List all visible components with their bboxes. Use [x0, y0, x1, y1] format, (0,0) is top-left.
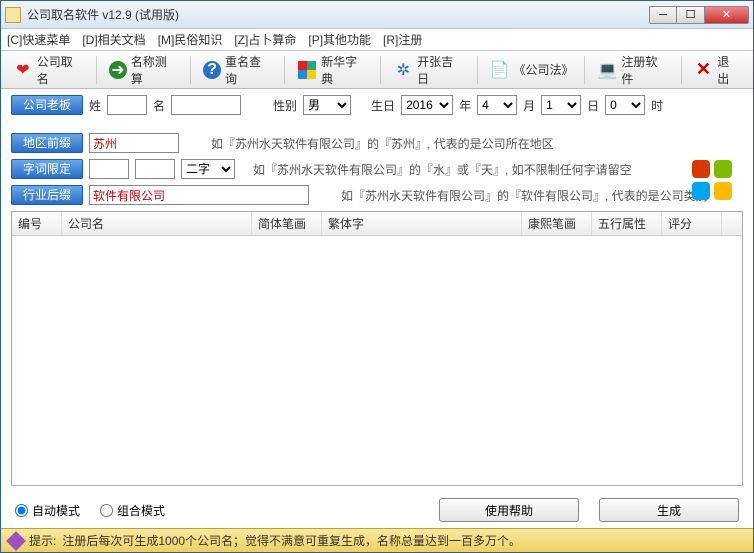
- app-icon: [5, 7, 21, 23]
- tb-dup-query[interactable]: ?重名查询: [197, 51, 278, 89]
- mode-auto[interactable]: 自动模式: [15, 502, 80, 519]
- status-label: 提示:: [29, 532, 56, 549]
- region-hint: 如『苏州水天软件有限公司』的『苏州』, 代表的是公司所在地区: [211, 135, 554, 152]
- close-button[interactable]: ✕: [705, 6, 749, 24]
- generate-button[interactable]: 生成: [599, 498, 739, 522]
- given-label: 名: [153, 97, 165, 114]
- tb-register[interactable]: 💻注册软件: [591, 51, 674, 89]
- region-input[interactable]: [89, 133, 179, 153]
- limit-hint: 如『苏州水天软件有限公司』的『水』或『天』, 如不限制任何字请留空: [253, 161, 632, 178]
- x-icon: ✕: [694, 60, 714, 80]
- toolbar: ❤公司取名 ➜名称测算 ?重名查询 新华字典 ✲开张吉日 📄《公司法》 💻注册软…: [1, 51, 753, 89]
- limit1-input[interactable]: [89, 159, 129, 179]
- col-trad[interactable]: 繁体字: [322, 212, 522, 235]
- tb-exit[interactable]: ✕退出: [688, 51, 747, 89]
- boss-button[interactable]: 公司老板: [11, 95, 83, 115]
- computer-icon: 💻: [597, 60, 617, 80]
- question-icon: ?: [203, 61, 221, 79]
- flag-icon: [297, 60, 317, 80]
- year-select[interactable]: 2016: [401, 95, 453, 115]
- maximize-button[interactable]: ☐: [677, 6, 705, 24]
- tb-law[interactable]: 📄《公司法》: [484, 58, 579, 82]
- tb-name-calc[interactable]: ➜名称测算: [103, 51, 184, 89]
- result-table: 编号 公司名 简体笔画 繁体字 康熙笔画 五行属性 评分: [11, 211, 743, 486]
- surname-input[interactable]: [107, 95, 147, 115]
- region-button[interactable]: 地区前缀: [11, 133, 83, 153]
- gender-select[interactable]: 男: [303, 95, 351, 115]
- menu-folk[interactable]: [M]民俗知识: [158, 31, 223, 48]
- tb-auspicious[interactable]: ✲开张吉日: [387, 51, 470, 89]
- table-header: 编号 公司名 简体笔画 繁体字 康熙笔画 五行属性 评分: [12, 212, 742, 236]
- menu-divination[interactable]: [Z]占卜算命: [234, 31, 296, 48]
- suffix-input[interactable]: [89, 185, 309, 205]
- surname-label: 姓: [89, 97, 101, 114]
- status-text: 注册后每次可生成1000个公司名；觉得不满意可重复生成，名称总量达到一百多万个。: [62, 532, 521, 549]
- tb-dictionary[interactable]: 新华字典: [291, 51, 374, 89]
- col-name[interactable]: 公司名: [62, 212, 252, 235]
- menubar: [C]快速菜单 [D]相关文档 [M]民俗知识 [Z]占卜算命 [P]其他功能 …: [1, 29, 753, 51]
- table-body: [12, 236, 742, 485]
- month-select[interactable]: 4: [477, 95, 517, 115]
- limit2-input[interactable]: [135, 159, 175, 179]
- hour-select[interactable]: 0: [605, 95, 645, 115]
- heart-icon: ❤: [13, 60, 33, 80]
- menu-docs[interactable]: [D]相关文档: [82, 31, 145, 48]
- col-wuxing[interactable]: 五行属性: [592, 212, 662, 235]
- window-title: 公司取名软件 v12.9 (试用版): [27, 6, 649, 23]
- help-button[interactable]: 使用帮助: [439, 498, 579, 522]
- day-select[interactable]: 1: [541, 95, 581, 115]
- menu-register[interactable]: [R]注册: [383, 31, 422, 48]
- gender-label: 性别: [273, 97, 297, 114]
- arrow-icon: ➜: [109, 61, 127, 79]
- limit-select[interactable]: 二字: [181, 159, 235, 179]
- menu-quick[interactable]: [C]快速菜单: [7, 31, 70, 48]
- tb-company-name[interactable]: ❤公司取名: [7, 51, 90, 89]
- status-bar: 提示: 注册后每次可生成1000个公司名；觉得不满意可重复生成，名称总量达到一百…: [1, 528, 753, 552]
- suffix-button[interactable]: 行业后缀: [11, 185, 83, 205]
- titlebar: 公司取名软件 v12.9 (试用版) ─ ☐ ✕: [1, 1, 753, 29]
- doc-icon: 📄: [490, 60, 510, 80]
- limit-button[interactable]: 字词限定: [11, 159, 83, 179]
- col-simp[interactable]: 简体笔画: [252, 212, 322, 235]
- mode-combo[interactable]: 组合模式: [100, 502, 165, 519]
- birth-label: 生日: [371, 97, 395, 114]
- minimize-button[interactable]: ─: [649, 6, 677, 24]
- col-id[interactable]: 编号: [12, 212, 62, 235]
- given-input[interactable]: [171, 95, 241, 115]
- col-score[interactable]: 评分: [662, 212, 722, 235]
- diamond-icon: [6, 531, 26, 551]
- menu-other[interactable]: [P]其他功能: [308, 31, 371, 48]
- col-kangxi[interactable]: 康熙笔画: [522, 212, 592, 235]
- office-icon: [688, 156, 736, 204]
- star-icon: ✲: [393, 60, 413, 80]
- suffix-hint: 如『苏州水天软件有限公司』的『软件有限公司』, 代表的是公司类别: [341, 187, 708, 204]
